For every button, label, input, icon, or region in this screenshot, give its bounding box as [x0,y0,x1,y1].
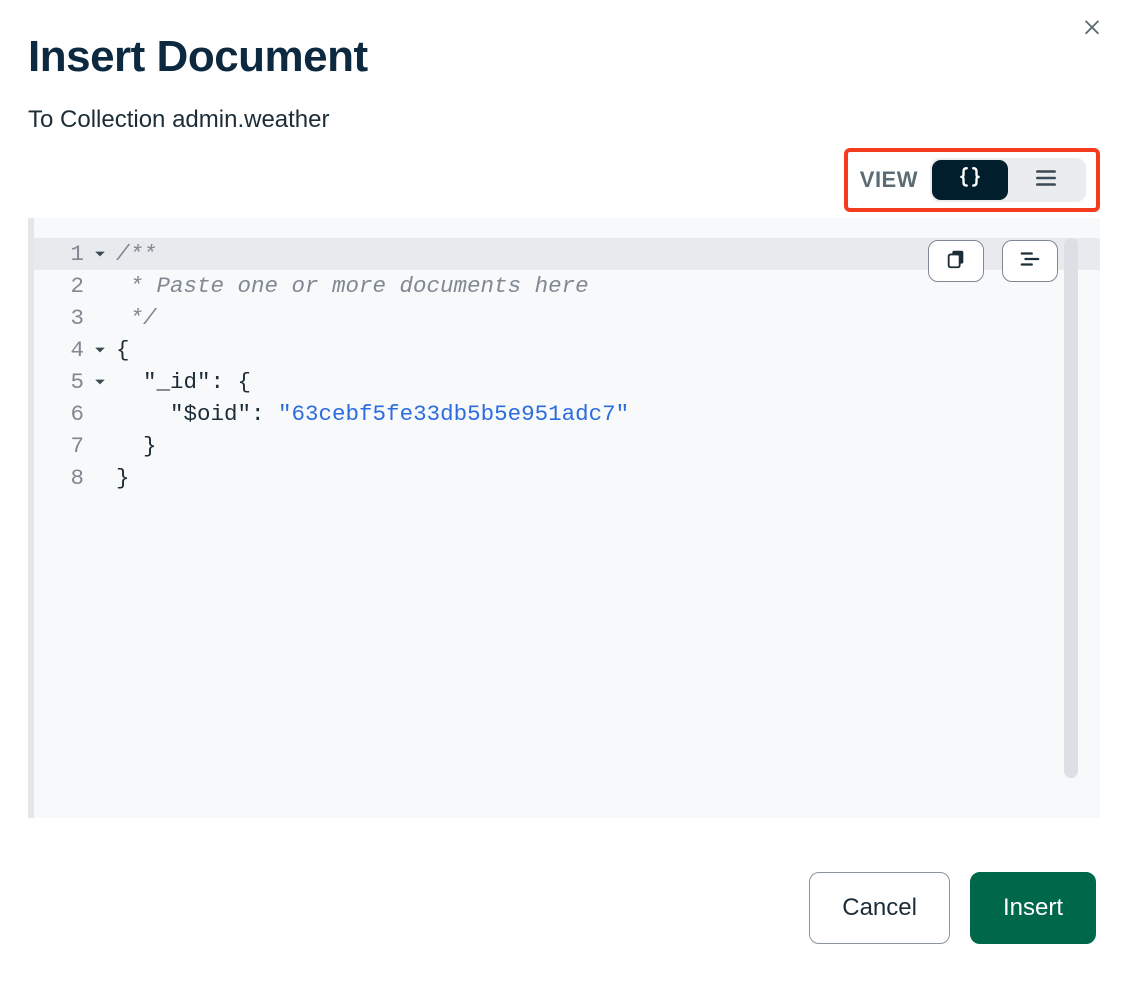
line-number: 3 [34,302,90,334]
scrollbar-thumb[interactable] [1064,238,1078,778]
line-content: /** [110,238,157,270]
format-button[interactable] [1002,240,1058,282]
line-content: } [110,462,130,494]
line-number: 1 [34,238,90,270]
fold-toggle[interactable] [90,248,110,260]
insert-button[interactable]: Insert [970,872,1096,944]
dialog-title: Insert Document [28,32,1100,82]
insert-document-dialog: Insert Document To Collection admin.weat… [0,0,1128,990]
line-number: 7 [34,430,90,462]
dialog-footer: Cancel Insert [28,872,1100,944]
code-line[interactable]: 6 "$oid": "63cebf5fe33db5b5e951adc7" [34,398,1100,430]
code-line[interactable]: 7 } [34,430,1100,462]
line-content: "_id": { [110,366,251,398]
view-toggle [930,158,1086,202]
view-mode-json[interactable] [932,160,1008,200]
line-content: */ [110,302,157,334]
view-mode-list[interactable] [1008,160,1084,200]
line-number: 6 [34,398,90,430]
cancel-button[interactable]: Cancel [809,872,950,944]
line-number: 8 [34,462,90,494]
code-line[interactable]: 4{ [34,334,1100,366]
view-toggle-row: VIEW [28,148,1100,212]
code-line[interactable]: 5 "_id": { [34,366,1100,398]
copy-icon [945,248,967,275]
view-toggle-highlight: VIEW [844,148,1100,212]
braces-icon [957,165,983,196]
view-label: VIEW [860,167,918,193]
line-number: 5 [34,366,90,398]
line-number: 4 [34,334,90,366]
line-content: "$oid": "63cebf5fe33db5b5e951adc7" [110,398,629,430]
fold-toggle[interactable] [90,376,110,388]
list-icon [1033,165,1059,196]
code-editor[interactable]: 1 /** 2 * Paste one or more documents here… [28,218,1100,818]
copy-button[interactable] [928,240,984,282]
close-button[interactable] [1076,12,1108,44]
editor-toolbar [928,240,1058,282]
format-icon [1019,248,1041,275]
line-content: } [110,430,157,462]
code-line[interactable]: 8} [34,462,1100,494]
code-line[interactable]: 3 */ [34,302,1100,334]
line-content: * Paste one or more documents here [110,270,589,302]
line-number: 2 [34,270,90,302]
fold-toggle[interactable] [90,344,110,356]
close-icon [1081,15,1103,42]
line-content: { [110,334,130,366]
dialog-subtitle: To Collection admin.weather [28,106,1100,134]
